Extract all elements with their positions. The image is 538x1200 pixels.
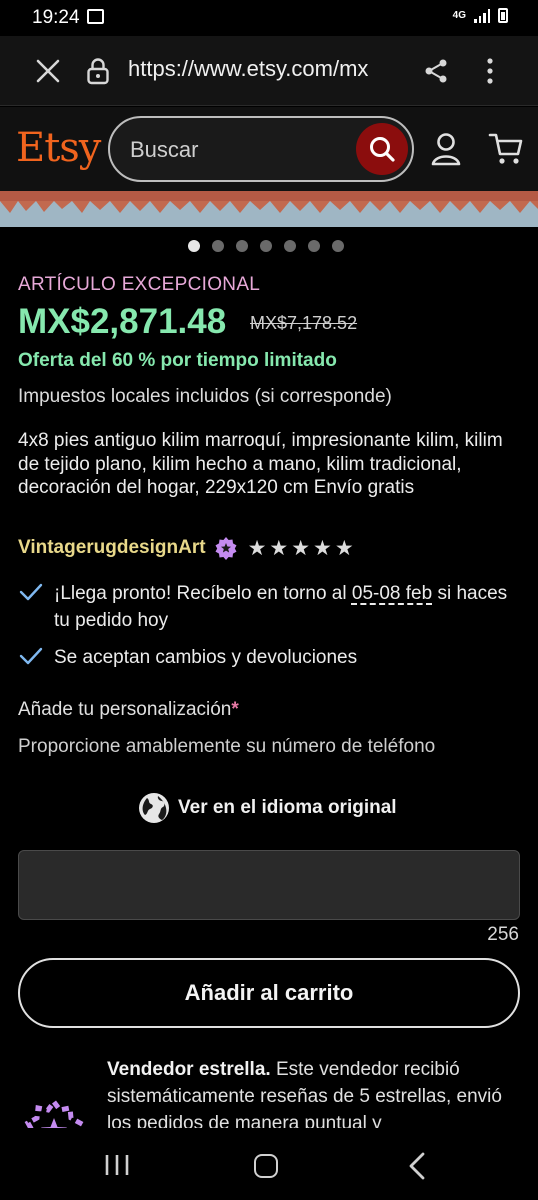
star-seller-section: Vendedor estrella. Este vendedor recibió… (0, 1050, 538, 1128)
close-icon[interactable] (35, 58, 61, 84)
required-mark: * (231, 699, 239, 720)
current-price: MX$2,871.48 (18, 302, 227, 341)
returns-policy: Se aceptan cambios y devoluciones (18, 644, 357, 671)
star-seller-title: Vendedor estrella. (107, 1059, 271, 1080)
star-seller-badge-icon (215, 537, 237, 560)
status-icons: 4G (453, 8, 508, 23)
gallery-icon (87, 9, 104, 24)
seller-name-link[interactable]: VintagerugdesignArt (18, 537, 206, 559)
recent-apps-icon[interactable] (104, 1154, 130, 1176)
delivery-prefix: ¡Llega pronto! Recíbelo en torno al (54, 583, 347, 604)
view-original-language-button[interactable]: Ver en el idioma original (138, 792, 397, 824)
search-input[interactable]: Buscar (108, 116, 414, 182)
rug-fringe-image (0, 191, 538, 213)
lock-icon[interactable] (86, 57, 110, 85)
star-icon: ★ (247, 536, 267, 560)
product-image[interactable] (0, 191, 538, 227)
carousel-dot[interactable] (188, 240, 200, 252)
star-icon: ★ (291, 536, 311, 560)
browser-url-bar: https://www.etsy.com/mx (0, 36, 538, 106)
special-item-label: ARTÍCULO EXCEPCIONAL (18, 274, 261, 295)
star-seller-description: Vendedor estrella. Este vendedor recibió… (107, 1056, 517, 1128)
search-icon (370, 137, 395, 162)
network-label: 4G (452, 10, 466, 21)
personalization-hint: Proporcione amablemente su número de tel… (18, 736, 436, 757)
offer-text: Oferta del 60 % por tiempo limitado (18, 350, 337, 371)
product-title: 4x8 pies antiguo kilim marroquí, impresi… (18, 430, 503, 498)
star-icon: ★ (269, 536, 289, 560)
cart-icon[interactable] (488, 131, 524, 167)
original-price: MX$7,178.52 (250, 313, 358, 333)
view-original-language-text: Ver en el idioma original (178, 797, 397, 818)
add-to-cart-button[interactable]: Añadir al carrito (18, 958, 520, 1028)
taxes-note: Impuestos locales incluidos (si correspo… (18, 386, 392, 407)
delivery-date-link[interactable]: 05-08 feb (352, 583, 432, 604)
status-bar: 19:24 4G (0, 0, 538, 36)
etsy-header: Etsy Buscar (0, 107, 538, 191)
etsy-logo[interactable]: Etsy (16, 125, 101, 171)
globe-icon (139, 793, 169, 823)
status-time: 19:24 (32, 7, 80, 28)
signal-icon (474, 8, 490, 23)
system-nav-bar (0, 1128, 538, 1200)
char-count: 256 (487, 924, 519, 945)
carousel-dot[interactable] (260, 240, 272, 252)
carousel-dot[interactable] (332, 240, 344, 252)
carousel-dot[interactable] (308, 240, 320, 252)
carousel-dot[interactable] (236, 240, 248, 252)
check-icon (19, 583, 43, 601)
rating-stars[interactable]: ★ ★ ★ ★ ★ (248, 538, 354, 559)
delivery-text: ¡Llega pronto! Recíbelo en torno al 05-0… (54, 580, 518, 634)
search-placeholder: Buscar (130, 137, 199, 162)
url-field[interactable]: https://www.etsy.com/mx (128, 56, 400, 86)
back-icon[interactable] (408, 1152, 426, 1180)
carousel-dot[interactable] (284, 240, 296, 252)
personalization-label-text: Añade tu personalización (18, 699, 232, 720)
user-icon[interactable] (430, 131, 462, 167)
star-icon: ★ (334, 536, 354, 560)
star-seller-badge-icon (24, 1098, 84, 1128)
personalization-label: Añade tu personalización* (18, 699, 239, 721)
personalization-input[interactable] (18, 850, 520, 920)
check-icon (19, 647, 43, 665)
home-icon[interactable] (254, 1154, 278, 1178)
share-icon[interactable] (423, 58, 449, 84)
returns-text: Se aceptan cambios y devoluciones (54, 647, 358, 668)
carousel-dot[interactable] (212, 240, 224, 252)
carousel-dots (188, 240, 344, 252)
battery-icon (498, 8, 508, 23)
more-vert-icon[interactable] (480, 56, 500, 86)
star-icon: ★ (313, 536, 332, 560)
delivery-estimate: ¡Llega pronto! Recíbelo en torno al 05-0… (18, 580, 518, 634)
search-button[interactable] (356, 123, 408, 175)
seller-row: VintagerugdesignArt ★ ★ ★ ★ ★ (18, 534, 354, 562)
